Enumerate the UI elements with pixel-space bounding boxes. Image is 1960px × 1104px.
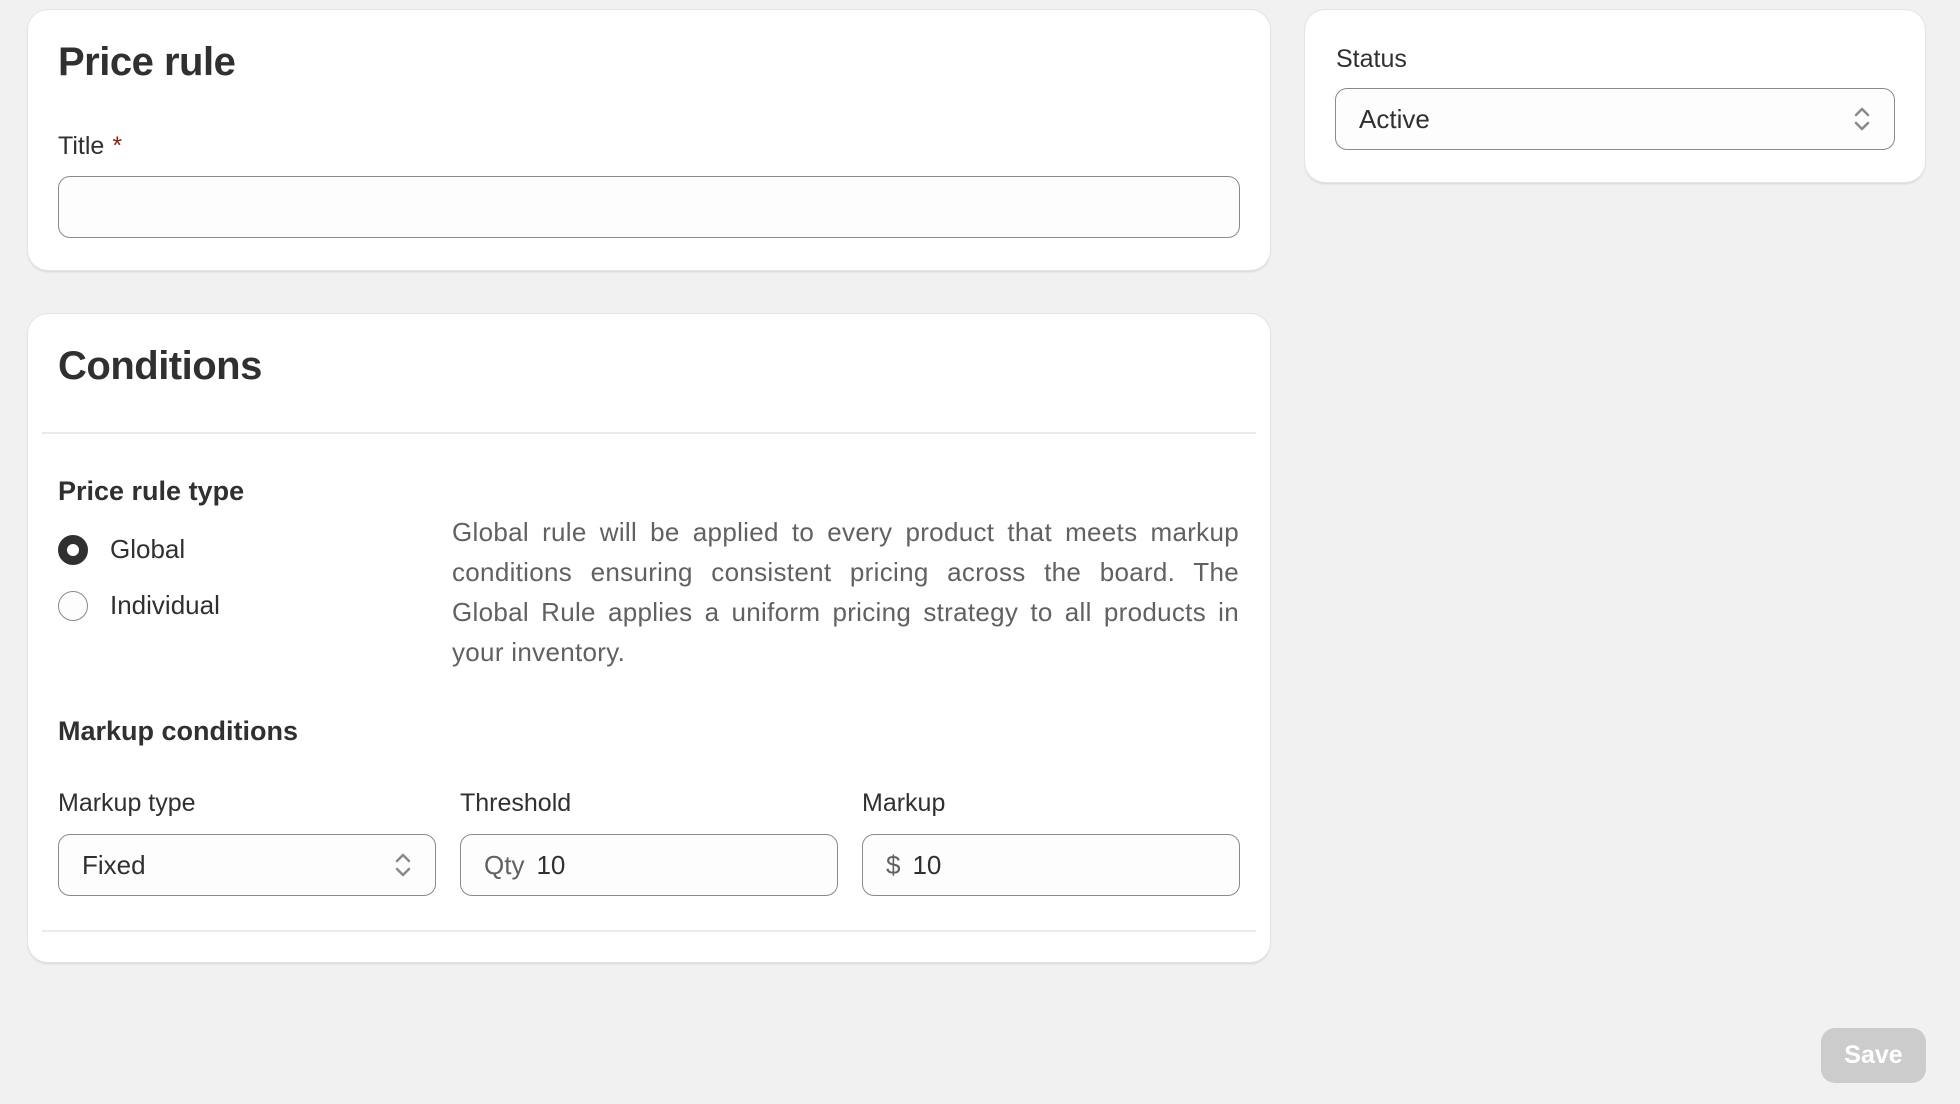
markup-conditions-heading: Markup conditions: [58, 716, 299, 746]
threshold-label: Threshold: [460, 789, 572, 817]
title-label-text: Title: [58, 132, 105, 160]
radio-global[interactable]: Global: [58, 534, 185, 565]
radio-individual[interactable]: Individual: [58, 590, 220, 621]
conditions-heading: Conditions: [58, 344, 262, 388]
markup-type-selected-value: Fixed: [82, 849, 146, 880]
price-rule-heading: Price rule: [58, 40, 236, 84]
price-rule-type-description: Global rule will be applied to every pro…: [452, 517, 1239, 667]
title-label: Title *: [58, 132, 122, 161]
radio-individual-label: Individual: [110, 590, 220, 620]
conditions-bottom-divider: [42, 930, 1256, 932]
markup-type-select[interactable]: Fixed: [58, 834, 436, 896]
threshold-value: 10: [536, 849, 566, 880]
radio-global-label: Global: [110, 534, 186, 564]
select-chevron-icon: [1854, 107, 1870, 131]
radio-unselected-icon[interactable]: [58, 590, 88, 621]
price-rule-card: Price rule Title *: [28, 10, 1270, 270]
threshold-input[interactable]: Qty 10: [460, 834, 838, 896]
select-chevron-icon: [395, 853, 411, 877]
price-rule-type-heading: Price rule type: [58, 476, 245, 506]
status-selected-value: Active: [1359, 103, 1430, 134]
markup-prefix: $: [886, 849, 901, 880]
status-select[interactable]: Active: [1335, 88, 1895, 150]
status-card: Status Active: [1305, 10, 1925, 182]
markup-label: Markup: [862, 789, 946, 817]
radio-selected-icon[interactable]: [58, 534, 88, 565]
required-asterisk: *: [112, 132, 123, 160]
markup-type-label: Markup type: [58, 789, 196, 817]
threshold-prefix: Qty: [484, 849, 525, 880]
title-input[interactable]: [58, 176, 1240, 238]
markup-input[interactable]: $ 10: [862, 834, 1240, 896]
conditions-divider: [42, 432, 1256, 434]
status-label: Status: [1336, 45, 1407, 73]
markup-value: 10: [912, 849, 942, 880]
save-button[interactable]: Save: [1821, 1028, 1926, 1083]
conditions-card: Conditions Price rule type Global Indivi…: [28, 314, 1270, 962]
